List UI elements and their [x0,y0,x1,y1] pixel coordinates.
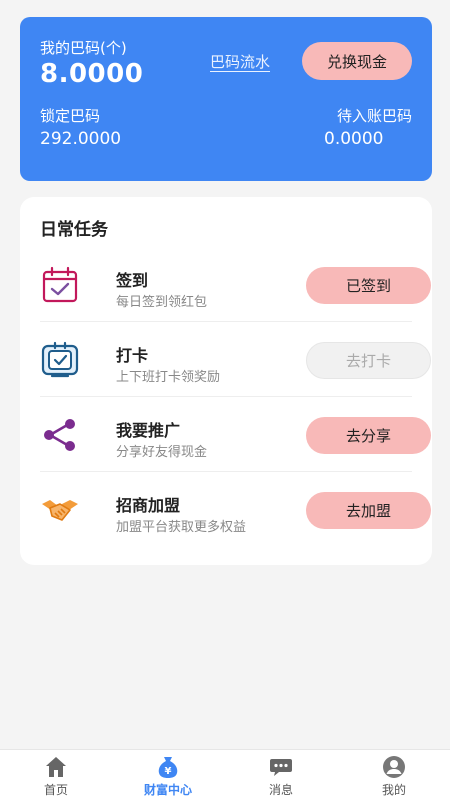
task-row-promote: 我要推广 分享好友得现金 去分享 [40,397,431,472]
task-desc: 每日签到领红包 [116,295,208,310]
tab-label: 我的 [381,783,406,797]
my-bama-label: 我的巴码(个) [40,39,127,57]
daily-tasks-card: 日常任务 签到 每日签到领红包 已签到 打卡 上下班打卡领奖励 去打卡 我要推广… [20,197,432,565]
task-desc: 加盟平台获取更多权益 [116,520,247,535]
task-name: 签到 [116,271,149,290]
money-bag-icon: ¥ [158,757,178,778]
exchange-cash-button[interactable]: 兑换现金 [302,42,412,80]
calendar-check-icon [42,266,78,303]
tab-label: 财富中心 [143,783,192,797]
go-share-button[interactable]: 去分享 [306,417,431,454]
tab-label: 首页 [43,783,68,797]
tab-home[interactable]: 首页 [0,750,112,800]
task-name: 打卡 [116,346,149,365]
locked-bama-amount: 292.0000 [40,129,122,149]
task-row-signin: 签到 每日签到领红包 已签到 [40,247,431,322]
go-franchise-button[interactable]: 去加盟 [306,492,431,529]
pending-bama-amount: 0.0000 [324,129,384,149]
task-row-franchise: 招商加盟 加盟平台获取更多权益 去加盟 [40,472,431,547]
my-bama-amount: 8.0000 [40,59,144,89]
task-desc: 分享好友得现金 [116,445,208,460]
task-name: 我要推广 [116,421,181,440]
daily-tasks-title: 日常任务 [40,220,108,240]
task-desc: 上下班打卡领奖励 [116,370,221,385]
signed-in-button[interactable]: 已签到 [306,267,431,304]
tab-wealth-center[interactable]: ¥ 财富中心 [112,750,224,800]
wallet-card: 我的巴码(个) 8.0000 巴码流水 兑换现金 锁定巴码 292.0000 待… [20,17,432,181]
user-icon [383,756,405,778]
handshake-icon [42,500,78,521]
tab-label: 消息 [268,783,293,797]
clock-in-icon [41,341,79,378]
home-icon [46,757,66,777]
task-name: 招商加盟 [116,496,181,515]
chat-icon [270,759,292,776]
tab-mine[interactable]: 我的 [338,750,450,800]
task-row-clockin: 打卡 上下班打卡领奖励 去打卡 [40,322,431,397]
tab-messages[interactable]: 消息 [225,750,337,800]
go-clockin-button[interactable]: 去打卡 [306,342,431,379]
locked-bama-label: 锁定巴码 [40,107,101,125]
svg-text:¥: ¥ [165,766,172,777]
bottom-tab-bar: 首页 ¥ 财富中心 消息 我的 [0,749,450,800]
pending-bama-label: 待入账巴码 [336,107,412,125]
bama-flow-link[interactable]: 巴码流水 [210,51,270,72]
share-icon [44,419,75,451]
